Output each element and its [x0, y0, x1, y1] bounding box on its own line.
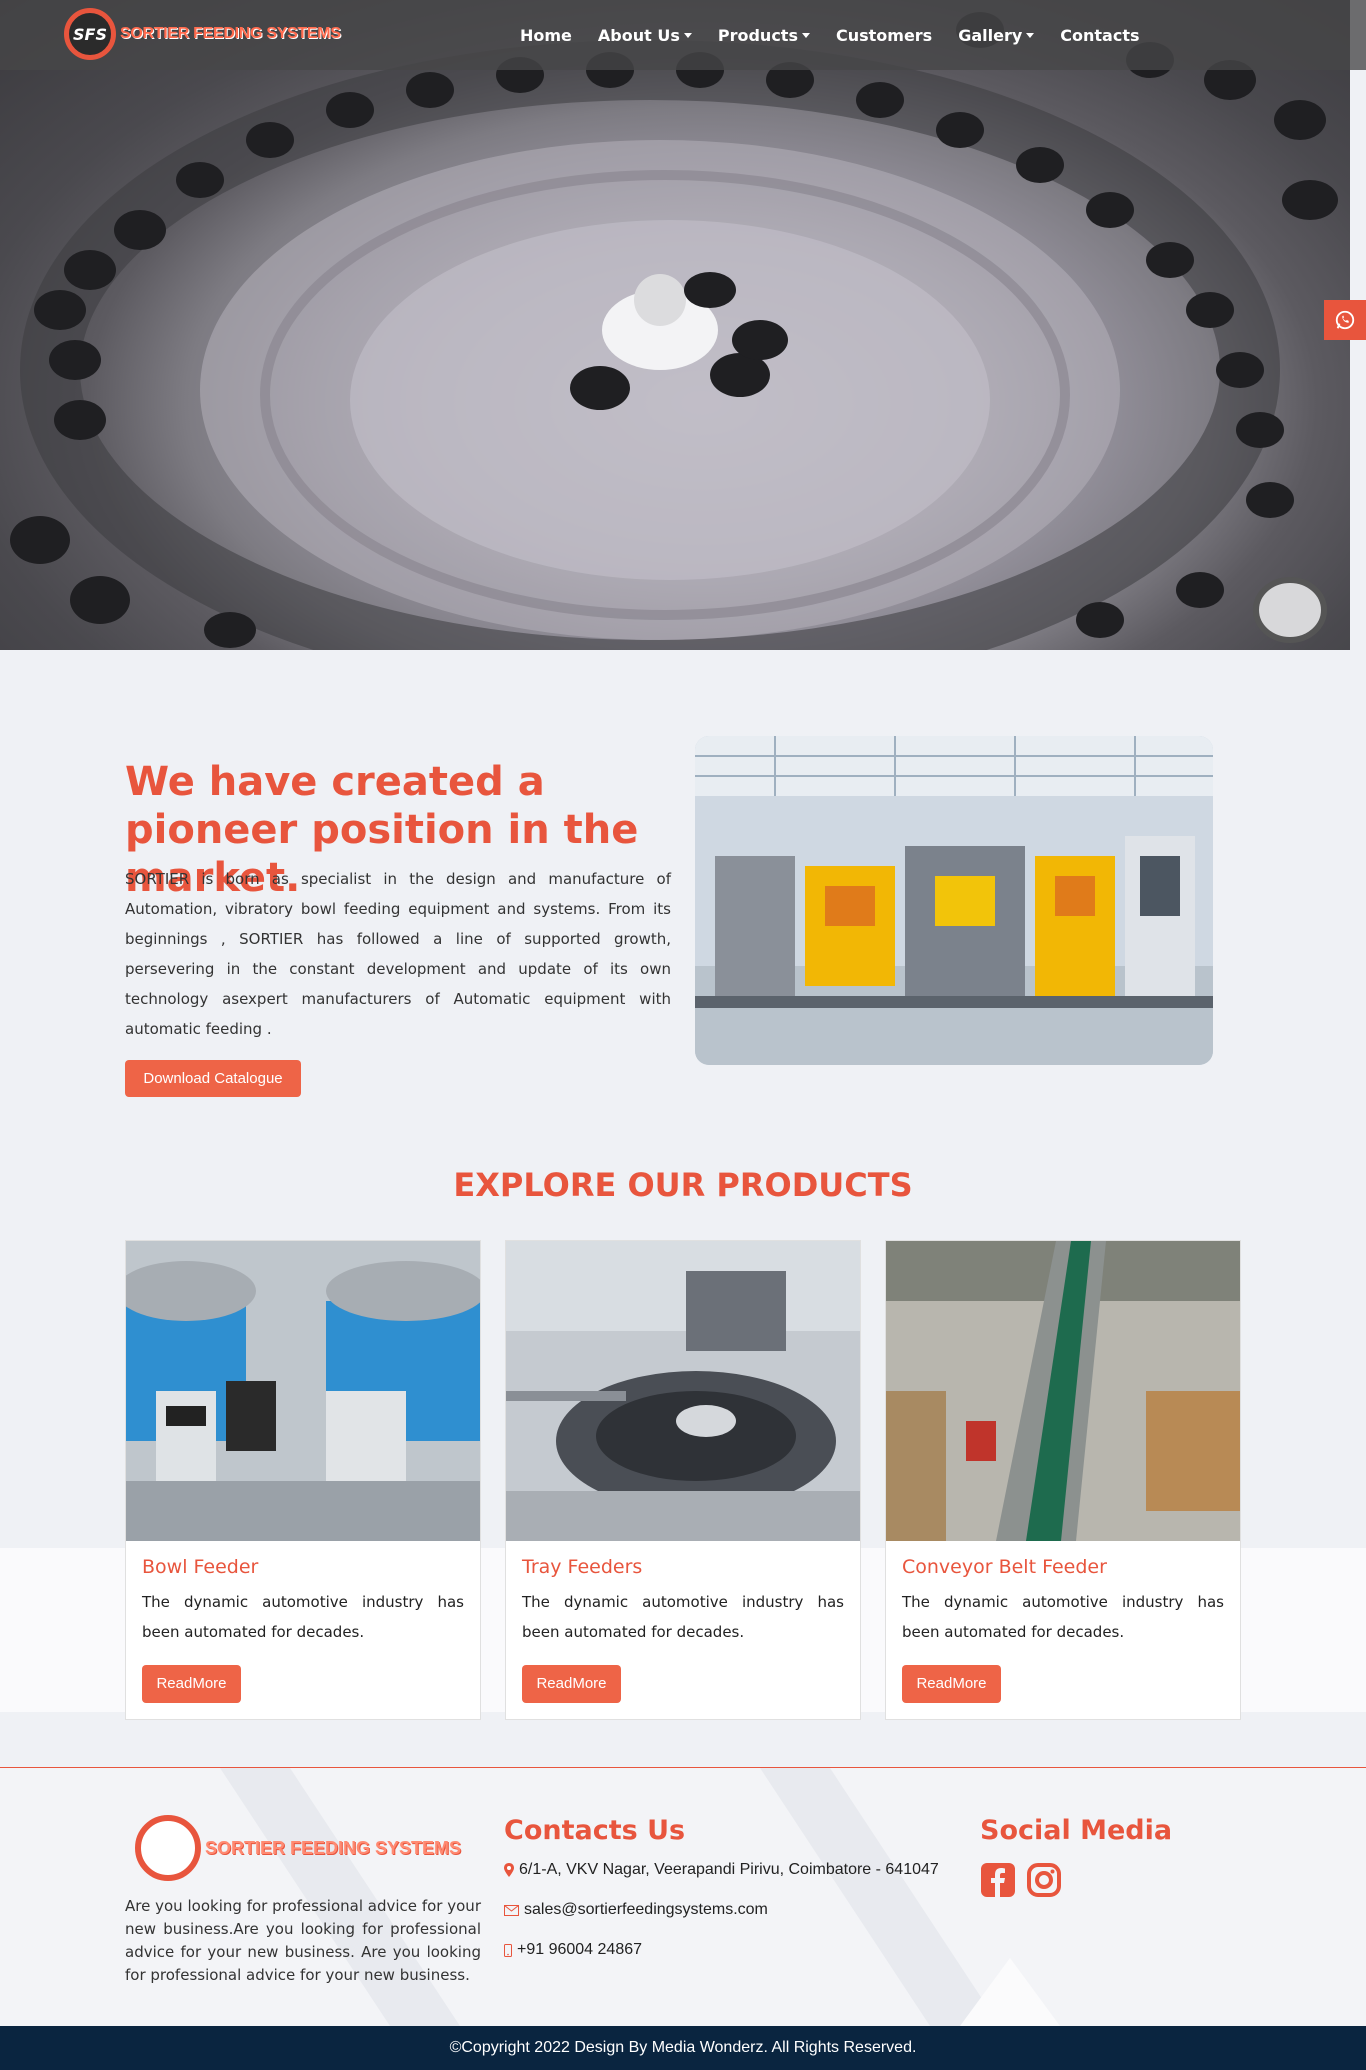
navbar: SFS SORTIER FEEDING SYSTEMS Home About U…: [0, 0, 1366, 70]
nav-item-label: Products: [717, 25, 798, 45]
conveyor-illustration: [886, 1241, 1240, 1541]
footer-about-text: Are you looking for professional advice …: [125, 1897, 481, 1984]
copyright-text: ©Copyright 2022 Design By Media Wonderz.…: [449, 2039, 917, 2056]
copyright-bar: ©Copyright 2022 Design By Media Wonderz.…: [0, 2026, 1366, 2070]
conveyor-belt-feeder-image: [886, 1241, 1240, 1541]
tray-feeders-image: [506, 1241, 860, 1541]
nav-item-label: About Us: [597, 25, 680, 45]
card-title: Conveyor Belt Feeder: [902, 1556, 1107, 1578]
address-text: 6/1-A, VKV Nagar, Veerapandi Pirivu, Coi…: [519, 1861, 939, 1878]
nav-item-about-us[interactable]: About Us: [598, 26, 692, 45]
logo-mark-icon: SFS: [64, 8, 116, 60]
footer-logo[interactable]: SORTIER FEEDING SYSTEMS: [135, 1815, 461, 1881]
contacts-heading: Contacts Us: [504, 1815, 686, 1846]
caret-down-icon: [683, 32, 692, 38]
facebook-link[interactable]: [980, 1862, 1016, 1902]
readmore-button[interactable]: ReadMore: [522, 1665, 621, 1703]
product-card-conveyor-belt-feeder: Conveyor Belt Feeder The dynamic automot…: [885, 1240, 1241, 1720]
nav-item-gallery[interactable]: Gallery: [958, 25, 1035, 45]
card-text: The dynamic automotive industry has been…: [142, 1593, 464, 1641]
nav-item-label: Home: [520, 25, 572, 45]
readmore-button[interactable]: ReadMore: [902, 1665, 1001, 1703]
about-paragraph: SORTIER is born as specialist in the des…: [125, 870, 671, 1038]
logo-text: SORTIER FEEDING SYSTEMS: [120, 25, 341, 42]
nav-item-label: Gallery: [958, 25, 1023, 45]
footer-logo-text: SORTIER FEEDING SYSTEMS: [205, 1837, 462, 1858]
tray-feeder-illustration: [506, 1241, 860, 1541]
address-row: 6/1-A, VKV Nagar, Veerapandi Pirivu, Coi…: [504, 1861, 939, 1879]
card-text: The dynamic automotive industry has been…: [522, 1593, 844, 1641]
nav-item-home[interactable]: Home: [520, 26, 572, 45]
page: SFS SORTIER FEEDING SYSTEMS Home About U…: [0, 0, 1366, 2070]
product-card-tray-feeders: Tray Feeders The dynamic automotive indu…: [505, 1240, 861, 1720]
nav-item-label: Customers: [835, 25, 933, 45]
card-text: The dynamic automotive industry has been…: [902, 1593, 1224, 1641]
bowl-feeder-image: [126, 1241, 480, 1541]
nav-item-products[interactable]: Products: [718, 26, 810, 45]
caret-down-icon: [1026, 32, 1035, 38]
footer-logo-mark-icon: [135, 1815, 201, 1881]
whatsapp-button[interactable]: [1324, 300, 1366, 340]
email-text: sales@sortierfeedingsystems.com: [524, 1901, 768, 1918]
envelope-icon: [504, 1904, 519, 1916]
mobile-phone-icon: [504, 1943, 512, 1957]
card-title: Tray Feeders: [522, 1556, 643, 1578]
map-marker-icon: [504, 1863, 514, 1877]
caret-down-icon: [801, 32, 810, 38]
phone-row[interactable]: +91 96004 24867: [504, 1941, 642, 1959]
social-media-heading: Social Media: [980, 1815, 1173, 1846]
products-heading: EXPLORE OUR PRODUCTS: [453, 1166, 913, 1204]
brand-logo[interactable]: SFS SORTIER FEEDING SYSTEMS: [64, 8, 341, 60]
card-title: Bowl Feeder: [142, 1556, 259, 1578]
nav-links: Home About Us Products Customers Gallery…: [520, 0, 1166, 70]
nav-item-contacts[interactable]: Contacts: [1060, 26, 1139, 45]
email-row[interactable]: sales@sortierfeedingsystems.com: [504, 1901, 768, 1919]
vibratory-bowl-illustration: [10, 12, 1338, 650]
facebook-icon: [981, 1863, 1015, 1897]
hero-banner-image: [0, 0, 1350, 650]
nav-item-customers[interactable]: Customers: [836, 26, 932, 45]
download-catalogue-button[interactable]: Download Catalogue: [125, 1060, 301, 1097]
readmore-button[interactable]: ReadMore: [142, 1665, 241, 1703]
phone-text: +91 96004 24867: [517, 1941, 643, 1958]
factory-illustration: [695, 736, 1213, 1065]
instagram-link[interactable]: [1026, 1862, 1062, 1902]
bowl-feeder-illustration: [126, 1241, 480, 1541]
whatsapp-icon: [1335, 310, 1355, 330]
logo-mark-text: SFS: [73, 24, 107, 44]
product-card-bowl-feeder: Bowl Feeder The dynamic automotive indus…: [125, 1240, 481, 1720]
factory-image: [695, 736, 1213, 1065]
nav-item-label: Contacts: [1060, 25, 1140, 45]
instagram-icon: [1027, 1863, 1061, 1897]
